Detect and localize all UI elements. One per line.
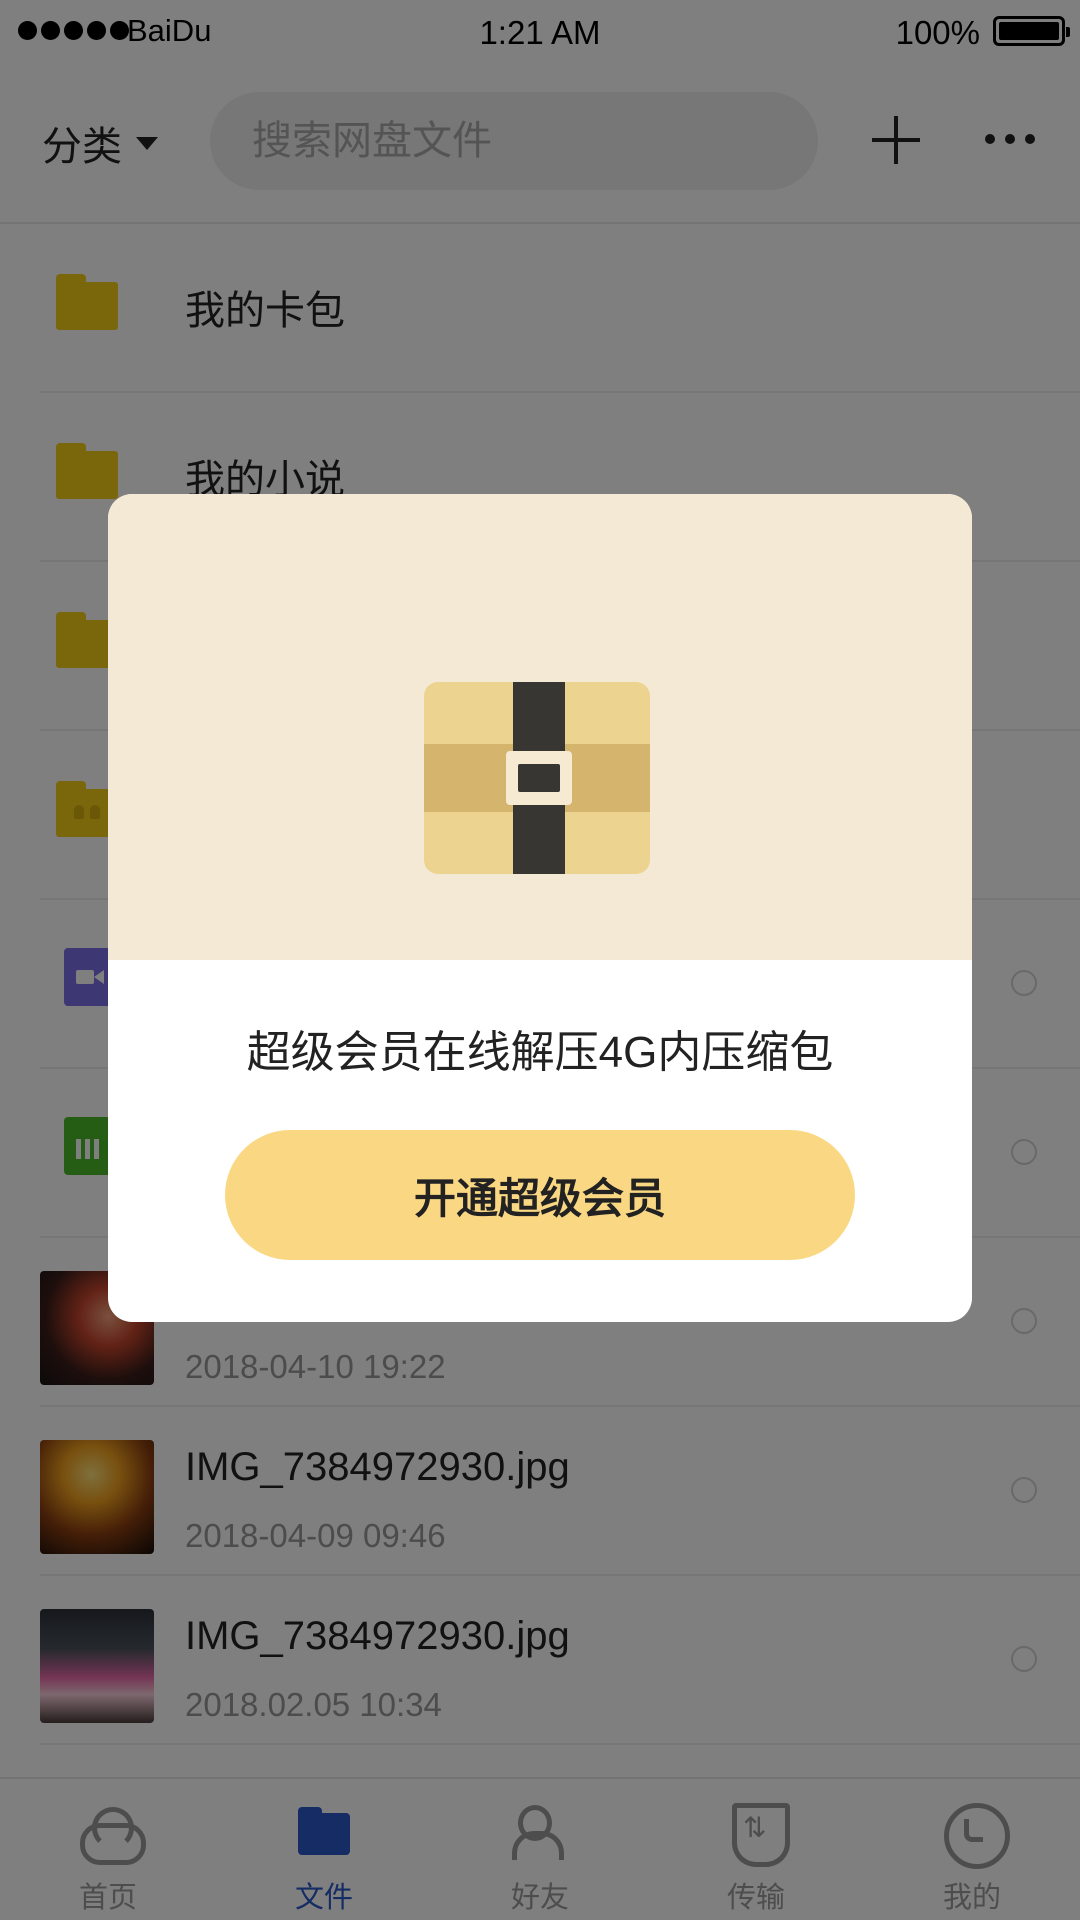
open-super-vip-button[interactable]: 开通超级会员 [225,1130,855,1260]
dialog-header [108,494,972,960]
upgrade-dialog: 超级会员在线解压4G内压缩包 开通超级会员 [108,494,972,1322]
package-icon [424,682,650,874]
dialog-message: 超级会员在线解压4G内压缩包 [246,1028,834,1077]
